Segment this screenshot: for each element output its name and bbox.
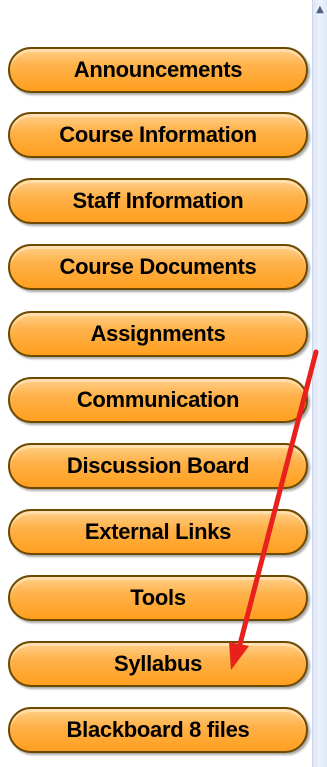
menu-button-assignments[interactable]: Assignments	[8, 311, 308, 357]
chevron-up-icon[interactable]: ▲	[313, 0, 327, 20]
menu-button-label: Blackboard 8 files	[66, 717, 250, 742]
menu-button-label: Course Information	[59, 122, 257, 147]
menu-button-label: Communication	[76, 387, 240, 412]
menu-button-label: External Links	[84, 519, 232, 544]
menu-button-label: Course Documents	[59, 254, 257, 279]
menu-button-label: Assignments	[90, 321, 226, 346]
course-menu: Announcements Course Information Staff I…	[0, 0, 312, 767]
menu-button-staff-information[interactable]: Staff Information	[8, 178, 308, 224]
menu-button-tools[interactable]: Tools	[8, 575, 308, 621]
menu-button-label: Discussion Board	[66, 453, 250, 478]
menu-button-label: Staff Information	[72, 188, 244, 213]
menu-button-label: Syllabus	[113, 651, 203, 676]
menu-button-external-links[interactable]: External Links	[8, 509, 308, 555]
menu-button-announcements[interactable]: Announcements	[8, 47, 308, 93]
menu-button-course-information[interactable]: Course Information	[8, 112, 308, 158]
menu-button-syllabus[interactable]: Syllabus	[8, 641, 308, 687]
menu-button-blackboard-8-files[interactable]: Blackboard 8 files	[8, 707, 308, 753]
menu-button-label: Tools	[130, 585, 186, 610]
menu-button-communication[interactable]: Communication	[8, 377, 308, 423]
menu-button-label: Announcements	[73, 57, 243, 82]
menu-button-course-documents[interactable]: Course Documents	[8, 244, 308, 290]
menu-button-discussion-board[interactable]: Discussion Board	[8, 443, 308, 489]
vertical-scrollbar[interactable]: ▲	[312, 0, 327, 767]
